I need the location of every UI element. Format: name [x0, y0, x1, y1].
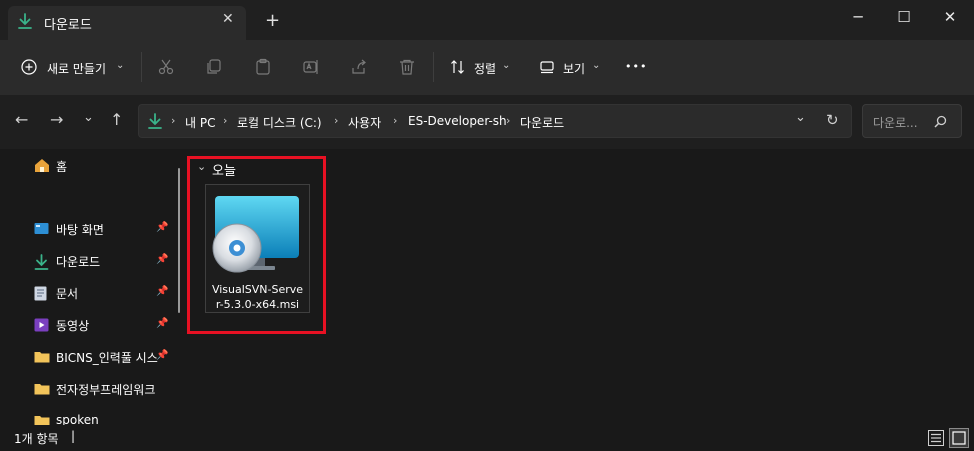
plus-circle-icon [21, 59, 37, 78]
pin-icon[interactable]: 📌 [156, 222, 168, 233]
item-count: 1개 항목 [14, 432, 59, 446]
search-icon[interactable] [934, 115, 947, 131]
sort-button[interactable]: 정렬 ⌄ [443, 52, 521, 82]
sidebar-item-label: BICNS_인력풀 시스 [56, 351, 158, 365]
sidebar-item-folder[interactable]: BICNS_인력풀 시스 📌 [34, 346, 174, 370]
breadcrumb-this-pc[interactable]: 내 PC [185, 114, 215, 131]
breadcrumb-user-folder[interactable]: ES-Developer-sh [408, 114, 507, 128]
search-placeholder: 다운로... [873, 116, 918, 130]
rename-icon[interactable] [302, 58, 320, 79]
sort-icon [450, 59, 466, 78]
pin-icon[interactable]: 📌 [156, 350, 168, 361]
address-dropdown-icon[interactable]: ⌄ [795, 110, 806, 125]
breadcrumb-local-disk[interactable]: 로컬 디스크 (C:) [237, 114, 322, 131]
paste-icon[interactable] [254, 58, 272, 79]
folder-icon [34, 350, 50, 365]
view-icon [539, 60, 555, 77]
highlight-box [187, 156, 326, 334]
video-icon [34, 318, 49, 333]
download-icon [18, 13, 32, 32]
new-tab-button[interactable]: + [265, 12, 280, 30]
breadcrumb-separator: › [223, 114, 228, 127]
toolbar-divider [141, 52, 142, 82]
download-icon [34, 254, 49, 270]
pin-icon[interactable]: 📌 [156, 254, 168, 265]
pin-icon[interactable]: 📌 [156, 318, 168, 329]
cut-icon[interactable] [157, 58, 175, 79]
breadcrumb-downloads[interactable]: 다운로드 [520, 114, 564, 131]
toolbar-divider [433, 52, 434, 82]
folder-icon [34, 382, 50, 397]
sidebar-item-documents[interactable]: 문서 📌 [34, 282, 174, 306]
back-icon[interactable]: ← [15, 110, 28, 130]
sidebar-item-label: 다운로드 [56, 255, 101, 269]
breadcrumb-separator: › [393, 114, 398, 127]
sidebar-item-downloads[interactable]: 다운로드 📌 [34, 250, 174, 274]
recent-locations-icon[interactable]: ⌄ [83, 108, 94, 128]
breadcrumb-users[interactable]: 사용자 [348, 114, 381, 131]
download-icon [148, 113, 162, 132]
chevron-down-icon: ⌄ [502, 60, 511, 71]
tab-title: 다운로드 [44, 18, 92, 33]
breadcrumb-separator: › [171, 114, 176, 127]
breadcrumb-separator: › [506, 114, 511, 127]
delete-icon[interactable] [398, 58, 416, 79]
sidebar-item-label: 전자정부프레임워크 [56, 383, 156, 397]
minimize-button[interactable]: ─ [835, 6, 881, 28]
copy-icon[interactable] [205, 58, 223, 79]
tab-close-icon[interactable]: ✕ [222, 11, 234, 27]
refresh-icon[interactable]: ↻ [826, 111, 839, 129]
home-icon [34, 158, 50, 176]
sidebar-item-home[interactable]: 홈 [34, 156, 134, 178]
more-options-icon[interactable]: ••• [625, 60, 647, 73]
close-button[interactable]: ✕ [927, 6, 973, 28]
maximize-button[interactable]: ☐ [881, 6, 927, 28]
new-button-label: 새로 만들기 [47, 62, 107, 76]
desktop-icon [34, 222, 49, 237]
document-icon [34, 286, 49, 301]
chevron-down-icon: ⌄ [116, 60, 125, 71]
share-icon[interactable] [350, 58, 368, 79]
view-button[interactable]: 보기 ⌄ [532, 52, 610, 82]
chevron-down-icon: ⌄ [592, 60, 601, 71]
pin-icon[interactable]: 📌 [156, 286, 168, 297]
sidebar-scrollbar[interactable] [178, 168, 180, 313]
up-icon[interactable]: ↑ [110, 110, 123, 130]
new-button[interactable]: 새로 만들기 ⌄ [14, 52, 134, 82]
sidebar-item-desktop[interactable]: 바탕 화면 📌 [34, 218, 174, 242]
status-bar [0, 425, 974, 450]
details-view-icon[interactable] [928, 430, 944, 449]
view-label: 보기 [563, 62, 586, 76]
forward-icon[interactable]: → [50, 110, 63, 130]
breadcrumb-separator: › [334, 114, 339, 127]
sidebar-label-home: 홈 [56, 160, 68, 174]
status-divider: | [71, 429, 76, 443]
sidebar-item-label: 바탕 화면 [56, 223, 104, 237]
sidebar-item-videos[interactable]: 동영상 📌 [34, 314, 174, 338]
sidebar-item-folder[interactable]: 전자정부프레임워크 [34, 378, 174, 402]
tiles-view-icon[interactable] [949, 428, 969, 451]
sidebar-item-label: 동영상 [56, 319, 90, 333]
sort-label: 정렬 [474, 62, 497, 76]
sidebar-item-label: 문서 [56, 287, 79, 301]
